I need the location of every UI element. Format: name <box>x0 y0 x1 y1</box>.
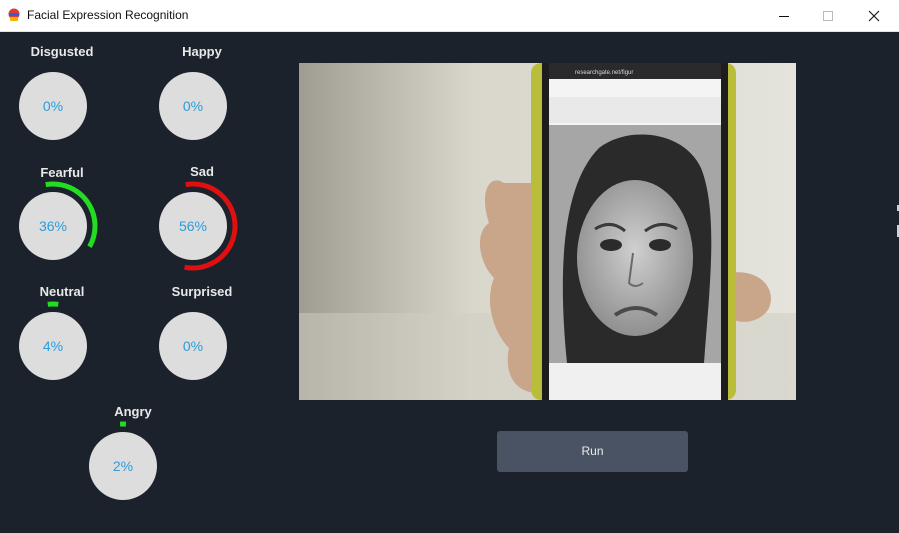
gauge-happy: 0% <box>148 61 238 151</box>
phone-url-text: researchgate.net/figur <box>575 70 633 76</box>
emotion-value-sad: 56% <box>178 218 208 234</box>
gauge-disgusted: 0% <box>8 61 98 151</box>
emotion-value-surprised: 0% <box>182 338 204 354</box>
camera-feed: researchgate.net/figur <box>299 63 796 400</box>
app-logo-icon <box>8 8 20 21</box>
close-icon <box>868 10 880 21</box>
emotion-label-angry: Angry <box>114 404 152 419</box>
emotion-label-happy: Happy <box>182 44 222 59</box>
close-button[interactable] <box>851 0 897 31</box>
maximize-button[interactable] <box>805 0 851 31</box>
camera-frame-image: researchgate.net/figur <box>299 63 796 400</box>
window-title: Facial Expression Recognition <box>27 8 189 22</box>
run-button[interactable]: Run <box>497 431 688 472</box>
gauge-angry: 2% <box>78 421 168 511</box>
emotion-value-happy: 0% <box>182 98 204 114</box>
gauge-surprised: 0% <box>148 301 238 391</box>
gauge-sad: 56% <box>148 181 238 271</box>
emotion-label-disgusted: Disgusted <box>30 44 94 59</box>
gauge-fearful: 36% <box>8 181 98 271</box>
minimize-icon <box>779 15 789 17</box>
emotion-value-disgusted: 0% <box>42 98 64 114</box>
emotion-label-surprised: Surprised <box>171 284 233 299</box>
emotion-label-neutral: Neutral <box>39 284 85 299</box>
app-window: Facial Expression Recognition Disgusted … <box>0 0 899 533</box>
emotion-value-neutral: 4% <box>42 338 64 354</box>
emotion-value-angry: 2% <box>112 458 134 474</box>
emotion-label-sad: Sad <box>190 164 214 179</box>
minimize-button[interactable] <box>761 0 807 31</box>
gauge-neutral: 4% <box>8 301 98 391</box>
title-bar: Facial Expression Recognition <box>0 0 899 32</box>
emotion-label-fearful: Fearful <box>40 165 84 180</box>
maximize-icon <box>823 10 833 21</box>
emotion-value-fearful: 36% <box>38 218 68 234</box>
